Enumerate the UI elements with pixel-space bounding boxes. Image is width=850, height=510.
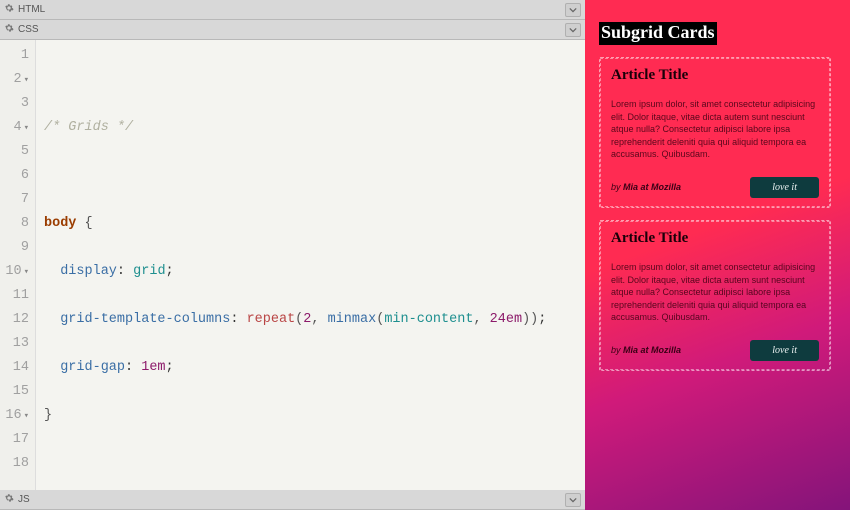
card-title: Article Title — [601, 59, 829, 92]
editor-column: HTML CSS 1 2▾ 3 4▾ 5 6 7 8 9 10▾ 11 — [0, 0, 585, 510]
preview-card: Article Title Lorem ipsum dolor, sit ame… — [599, 57, 831, 208]
gear-icon — [4, 493, 14, 506]
fold-arrow-icon[interactable]: ▾ — [24, 116, 29, 140]
card-byline: by Mia at Mozilla — [611, 345, 681, 355]
collapse-css-button[interactable] — [565, 23, 581, 37]
preview-pane: Subgrid Cards Article Title Lorem ipsum … — [585, 0, 850, 510]
love-it-button[interactable]: love it — [750, 340, 819, 361]
code-content[interactable]: /* Grids */ body { display: grid; grid-t… — [36, 40, 554, 490]
collapse-html-button[interactable] — [565, 3, 581, 17]
card-title: Article Title — [601, 222, 829, 255]
chevron-down-icon — [569, 6, 577, 14]
fold-arrow-icon[interactable]: ▾ — [24, 404, 29, 428]
gear-icon — [4, 3, 14, 16]
css-editor[interactable]: 1 2▾ 3 4▾ 5 6 7 8 9 10▾ 11 12 13 14 15 1… — [0, 40, 585, 490]
card-byline: by Mia at Mozilla — [611, 182, 681, 192]
panel-header-js[interactable]: JS — [0, 490, 585, 510]
panel-label-css: CSS — [18, 24, 39, 35]
card-body: Lorem ipsum dolor, sit amet consectetur … — [601, 92, 829, 171]
panel-header-css[interactable]: CSS — [0, 20, 585, 40]
preview-card: Article Title Lorem ipsum dolor, sit ame… — [599, 220, 831, 371]
chevron-down-icon — [569, 26, 577, 34]
preview-heading: Subgrid Cards — [599, 22, 717, 45]
gear-icon — [4, 23, 14, 36]
fold-arrow-icon[interactable]: ▾ — [24, 68, 29, 92]
panel-label-html: HTML — [18, 4, 45, 15]
chevron-down-icon — [569, 496, 577, 504]
panel-label-js: JS — [18, 494, 30, 505]
love-it-button[interactable]: love it — [750, 177, 819, 198]
fold-arrow-icon[interactable]: ▾ — [24, 260, 29, 284]
line-gutter: 1 2▾ 3 4▾ 5 6 7 8 9 10▾ 11 12 13 14 15 1… — [0, 40, 36, 490]
panel-header-html[interactable]: HTML — [0, 0, 585, 20]
collapse-js-button[interactable] — [565, 493, 581, 507]
card-body: Lorem ipsum dolor, sit amet consectetur … — [601, 255, 829, 334]
